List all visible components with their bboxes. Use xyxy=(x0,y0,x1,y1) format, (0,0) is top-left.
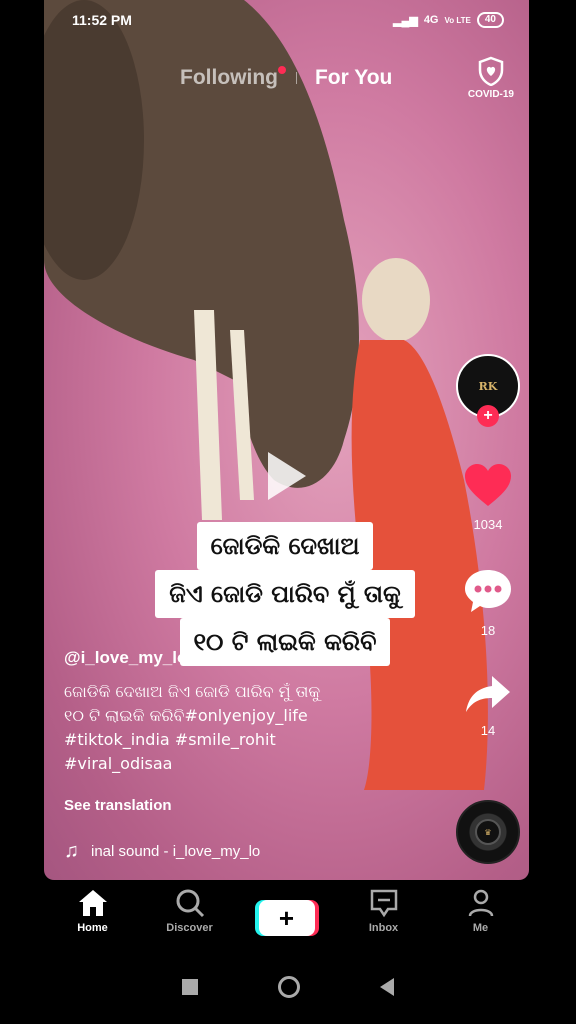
inbox-icon xyxy=(370,889,397,918)
home-system-icon[interactable] xyxy=(278,976,300,998)
heart-icon xyxy=(465,464,511,506)
signal-icon: ▂▄▆ xyxy=(393,14,418,27)
tab-following[interactable]: Following xyxy=(180,66,286,90)
comment-icon xyxy=(465,570,511,612)
see-translation-link[interactable]: See translation xyxy=(64,797,172,814)
system-navigation xyxy=(0,976,576,998)
music-title: inal sound - i_love_my_lo xyxy=(91,843,261,860)
nav-inbox-label: Inbox xyxy=(368,922,399,934)
nav-me-label: Me xyxy=(472,922,489,934)
music-info[interactable]: ♫ inal sound - i_love_my_lo xyxy=(64,840,260,863)
nav-home[interactable]: Home xyxy=(53,888,133,934)
tab-following-label: Following xyxy=(180,66,278,89)
description-line: ୧୦ ଟି ଲାଇକି କରିବି#onlyenjoy_life xyxy=(64,706,308,725)
status-time: 11:52 PM xyxy=(72,12,132,28)
profile-icon xyxy=(468,889,493,917)
comment-button[interactable]: 18 xyxy=(462,568,514,638)
share-icon xyxy=(466,676,510,712)
search-icon xyxy=(176,889,204,918)
bottom-navigation: Home Discover + Inbox Me xyxy=(44,888,529,948)
post-description: ଜୋଡିକି ଦେଖାଅ ଜିଏ ଜୋଡି ପାରିବ ମୁଁ ତାକୁ ୧୦ … xyxy=(64,680,374,776)
overlay-line: ଜିଏ ଜୋଡି ପାରିବ ମୁଁ ତାକୁ xyxy=(155,570,415,618)
battery-icon: 40 xyxy=(476,12,504,28)
nav-create[interactable]: + xyxy=(247,888,327,936)
share-count: 14 xyxy=(480,723,496,738)
like-button[interactable]: 1034 xyxy=(462,462,514,532)
nav-me[interactable]: Me xyxy=(441,888,521,934)
description-line: #viral_odisaa xyxy=(64,754,173,773)
avatar-text: RK xyxy=(478,379,498,393)
tab-divider xyxy=(295,72,297,84)
comment-count: 18 xyxy=(480,623,496,638)
like-count: 1034 xyxy=(473,517,503,532)
home-icon xyxy=(78,890,107,916)
video-text-overlay: ଜୋଡିକି ଦେଖାଅ ଜିଏ ଜୋଡି ପାରିବ ମୁଁ ତାକୁ ୧୦ … xyxy=(118,522,452,666)
feed-tabs: Following For You xyxy=(180,66,392,90)
nav-home-label: Home xyxy=(77,922,108,934)
description-line: ଜୋଡିକି ଦେଖାଅ ଜିଏ ଜୋଡି ପାରିବ ମୁଁ ତାକୁ xyxy=(64,682,321,701)
description-line: #tiktok_india #smile_rohit xyxy=(64,730,276,749)
overlay-line: ଜୋଡିକି ଦେଖାଅ xyxy=(196,522,374,570)
post-username[interactable]: @i_love_my_love_r.k xyxy=(64,648,236,668)
back-icon[interactable] xyxy=(380,978,394,996)
create-button[interactable]: + xyxy=(258,900,315,936)
network-label: 4G xyxy=(423,14,439,26)
disc-label-icon: ♛ xyxy=(475,819,501,845)
tab-for-you[interactable]: For You xyxy=(315,66,392,90)
volte-label: Vo LTE xyxy=(444,15,471,25)
nav-inbox[interactable]: Inbox xyxy=(344,888,424,934)
nav-discover-label: Discover xyxy=(166,922,213,934)
notification-dot xyxy=(277,66,286,74)
play-icon[interactable] xyxy=(268,452,306,500)
follow-button[interactable]: + xyxy=(477,405,499,427)
recents-icon[interactable] xyxy=(182,979,198,995)
covid-button[interactable]: COVID-19 xyxy=(468,56,514,100)
music-note-icon: ♫ xyxy=(64,840,79,862)
covid-label: COVID-19 xyxy=(467,89,514,100)
share-button[interactable]: 14 xyxy=(462,674,514,738)
status-icons: ▂▄▆ 4G Vo LTE 40 xyxy=(393,12,504,28)
shield-icon xyxy=(478,56,504,86)
nav-discover[interactable]: Discover xyxy=(150,888,230,934)
music-disc[interactable]: ♛ xyxy=(456,800,520,864)
